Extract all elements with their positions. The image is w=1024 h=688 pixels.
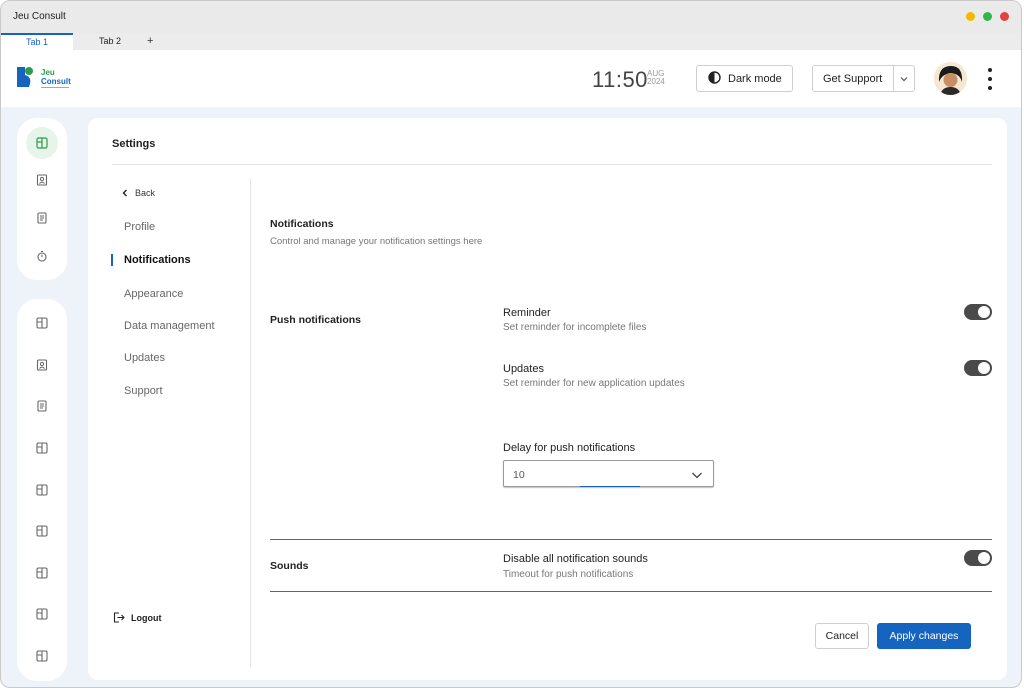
chevron-down-icon xyxy=(691,468,703,486)
rail-document-icon[interactable] xyxy=(26,202,58,234)
rail-dashboard-icon[interactable] xyxy=(26,307,58,339)
back-button[interactable]: Back xyxy=(121,188,155,198)
app-header: Jeu Consult 11:50 AUG 2024 Dark mode Get… xyxy=(1,50,1021,107)
select-focus-underline xyxy=(580,486,640,487)
app-window: Jeu Consult Tab 1 Tab 2 + Jeu Consult 11… xyxy=(0,0,1022,688)
jeu-consult-logo[interactable]: Jeu Consult xyxy=(17,65,73,91)
sounds-bottom-divider xyxy=(270,591,992,592)
logo-text-jeu: Jeu xyxy=(41,68,55,77)
rail-dashboard-icon[interactable] xyxy=(26,515,58,547)
rail-bottom xyxy=(17,299,67,681)
rail-dashboard-icon[interactable] xyxy=(26,127,58,159)
updates-label: Updates xyxy=(503,363,544,375)
reminder-toggle[interactable] xyxy=(964,304,992,320)
logout-icon xyxy=(113,612,125,623)
settings-nav-support[interactable]: Support xyxy=(124,385,163,397)
disable-sounds-toggle[interactable] xyxy=(964,550,992,566)
sounds-title: Sounds xyxy=(270,560,309,572)
title-bar: Jeu Consult xyxy=(1,1,1021,33)
contrast-icon xyxy=(708,70,721,87)
add-tab-button[interactable]: + xyxy=(147,35,153,47)
rail-document-icon[interactable] xyxy=(26,390,58,422)
settings-nav-divider xyxy=(250,178,251,667)
settings-nav-data-management[interactable]: Data management xyxy=(124,320,215,332)
apply-changes-button[interactable]: Apply changes xyxy=(877,623,971,649)
divider xyxy=(893,66,894,91)
window-controls xyxy=(966,12,1009,21)
rail-contacts-icon[interactable] xyxy=(26,349,58,381)
settings-nav-updates[interactable]: Updates xyxy=(124,352,165,364)
settings-nav-notifications[interactable]: Notifications xyxy=(124,254,191,266)
logout-label: Logout xyxy=(131,612,162,623)
maximize-button[interactable] xyxy=(983,12,992,21)
tab-1[interactable]: Tab 1 xyxy=(1,33,73,50)
rail-dashboard-icon[interactable] xyxy=(26,557,58,589)
get-support-button[interactable]: Get Support xyxy=(813,73,893,85)
reminder-label: Reminder xyxy=(503,307,551,319)
date-year: 2024 xyxy=(647,77,665,86)
clock-time: 11:50 xyxy=(592,67,648,92)
rail-dashboard-icon[interactable] xyxy=(26,474,58,506)
logout-button[interactable]: Logout xyxy=(113,612,162,623)
user-avatar[interactable] xyxy=(934,62,967,95)
rail-dashboard-icon[interactable] xyxy=(26,598,58,630)
tab-2[interactable]: Tab 2 xyxy=(74,33,146,50)
notifications-title: Notifications xyxy=(270,218,334,230)
settings-panel: Settings Back Profile Notifications Appe… xyxy=(88,118,1007,680)
close-button[interactable] xyxy=(1000,12,1009,21)
rail-contacts-icon[interactable] xyxy=(26,164,58,196)
dark-mode-label: Dark mode xyxy=(728,72,782,85)
minimize-button[interactable] xyxy=(966,12,975,21)
chevron-left-icon xyxy=(122,189,127,197)
notifications-subtitle: Control and manage your notification set… xyxy=(270,236,483,247)
sounds-description: Timeout for push notifications xyxy=(503,569,634,580)
rail-top xyxy=(17,118,67,280)
settings-header-divider xyxy=(112,164,992,165)
kebab-menu-icon[interactable] xyxy=(987,68,993,90)
delay-select-value: 10 xyxy=(513,469,525,481)
dark-mode-button[interactable]: Dark mode xyxy=(696,65,793,92)
app-title: Jeu Consult xyxy=(13,11,66,22)
active-nav-indicator xyxy=(111,254,113,266)
sounds-top-divider xyxy=(270,539,992,540)
rail-dashboard-icon[interactable] xyxy=(26,432,58,464)
chevron-down-icon[interactable] xyxy=(899,74,909,87)
get-support-split-button: Get Support xyxy=(812,65,915,92)
delay-select[interactable]: 10 xyxy=(503,460,714,487)
updates-toggle[interactable] xyxy=(964,360,992,376)
reminder-description: Set reminder for incomplete files xyxy=(503,322,647,333)
settings-nav-appearance[interactable]: Appearance xyxy=(124,288,183,300)
logo-text-consult: Consult xyxy=(41,77,71,86)
back-label: Back xyxy=(135,188,156,198)
rail-timer-icon[interactable] xyxy=(26,240,58,272)
disable-sounds-label: Disable all notification sounds xyxy=(503,553,648,565)
rail-dashboard-icon[interactable] xyxy=(26,640,58,672)
settings-nav-profile[interactable]: Profile xyxy=(124,221,155,233)
delay-label: Delay for push notifications xyxy=(503,442,636,454)
push-notifications-title: Push notifications xyxy=(270,314,362,326)
tab-bar: Tab 1 Tab 2 + xyxy=(1,33,1021,50)
cancel-button[interactable]: Cancel xyxy=(815,623,869,649)
clock-date: AUG 2024 xyxy=(647,70,665,86)
settings-title: Settings xyxy=(112,138,156,150)
updates-description: Set reminder for new application updates xyxy=(503,378,685,389)
